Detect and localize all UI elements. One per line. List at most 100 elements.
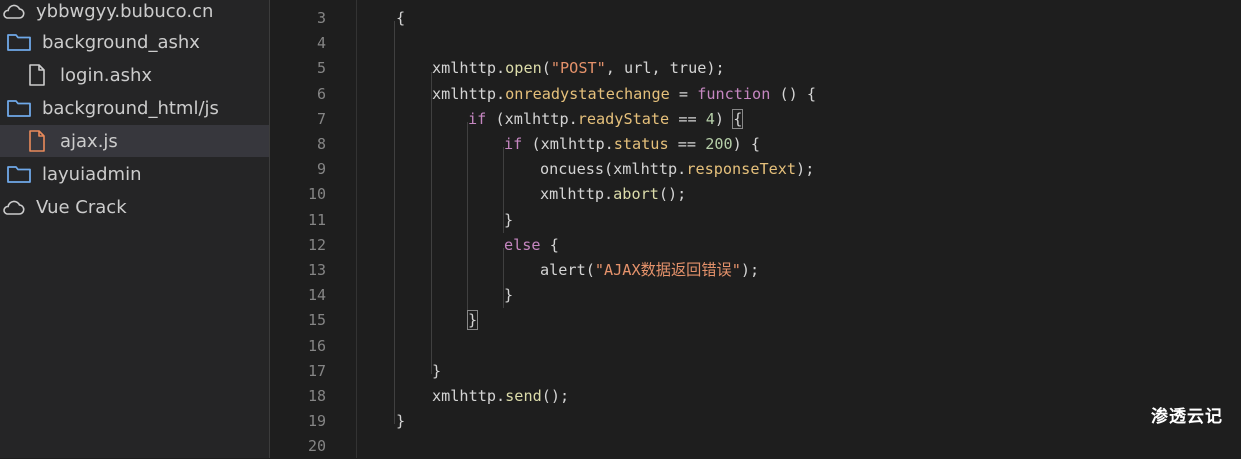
explorer-item[interactable]: login.ashx xyxy=(0,59,152,91)
cloud-icon xyxy=(0,195,26,219)
explorer-item[interactable]: background_html/js xyxy=(0,92,219,124)
code-token: true xyxy=(669,59,707,78)
code-token: { xyxy=(732,108,744,129)
code-token: () { xyxy=(770,84,817,103)
cloud-icon xyxy=(0,0,26,23)
code-line[interactable]: xmlhttp.send(); xyxy=(432,384,569,409)
file-icon xyxy=(24,63,50,87)
code-token: if xyxy=(504,135,523,153)
code-token: ); xyxy=(706,59,725,78)
explorer-item-label: login.ashx xyxy=(60,64,153,86)
code-token: } xyxy=(504,286,514,305)
file-explorer: ybbwgyy.bubuco.cn background_ashx login.as… xyxy=(0,0,270,458)
code-line[interactable]: else { xyxy=(504,233,559,258)
explorer-item[interactable]: Vue Crack xyxy=(0,191,127,223)
indent-guide xyxy=(467,121,468,324)
code-token: "AJAX数据返回错误" xyxy=(594,261,741,279)
code-token: } xyxy=(466,310,479,331)
line-number: 11 xyxy=(307,210,326,229)
folder-icon xyxy=(6,162,32,186)
line-number: 13 xyxy=(307,261,326,279)
explorer-item-label: background_ashx xyxy=(42,31,200,53)
explorer-item-label: Vue Crack xyxy=(36,196,127,218)
code-token: , url, xyxy=(605,59,670,78)
indent-guide xyxy=(394,21,395,425)
line-number: 12 xyxy=(307,235,326,254)
explorer-item[interactable]: ybbwgyy.bubuco.cn xyxy=(0,0,213,27)
code-token: send xyxy=(505,387,542,405)
code-line[interactable]: xmlhttp.open("POST", url, true); xyxy=(432,56,725,81)
code-token: ( xyxy=(541,59,551,78)
code-token: (xmlhttp. xyxy=(522,135,614,153)
code-line[interactable]: alert("AJAX数据返回错误"); xyxy=(540,258,759,283)
code-token: ) { xyxy=(732,135,761,153)
explorer-item-label: ajax.js xyxy=(60,130,118,152)
line-number: 17 xyxy=(307,361,326,380)
code-token: xmlhttp. xyxy=(432,84,506,103)
line-number: 15 xyxy=(307,311,326,330)
code-token: responseText xyxy=(686,160,797,179)
code-line[interactable]: } xyxy=(396,409,405,434)
code-line[interactable]: } xyxy=(432,359,441,384)
code-token: == xyxy=(669,109,706,128)
code-token: == xyxy=(668,135,706,153)
explorer-item[interactable]: background_ashx xyxy=(0,26,200,58)
line-number: 18 xyxy=(307,387,326,405)
explorer-item[interactable]: ajax.js xyxy=(0,125,269,157)
line-number: 19 xyxy=(307,412,326,431)
code-token: ); xyxy=(740,261,760,279)
line-number-gutter: 3 4 5 6 7 8 9 10 11 12 13 14 15 16 17 18 19 20 xyxy=(271,0,357,458)
code-token: abort xyxy=(613,185,659,204)
watermark: 渗透云记 xyxy=(1151,407,1223,427)
line-number: 8 xyxy=(316,135,326,153)
code-token: } xyxy=(396,412,406,431)
code-token: ); xyxy=(796,160,815,179)
code-token: (); xyxy=(541,387,570,405)
code-line[interactable]: xmlhttp.abort(); xyxy=(540,182,686,207)
explorer-item[interactable]: layuiadmin xyxy=(0,158,142,190)
folder-icon xyxy=(6,96,32,120)
code-token: open xyxy=(505,59,542,78)
code-token: else xyxy=(504,235,541,254)
code-line[interactable]: xmlhttp.onreadystatechange = function ()… xyxy=(432,82,816,107)
code-line[interactable]: { xyxy=(396,6,405,31)
line-number: 9 xyxy=(316,160,326,179)
line-number: 3 xyxy=(316,9,326,27)
code-token: "POST" xyxy=(550,59,606,78)
line-number: 14 xyxy=(307,286,326,305)
code-token: function xyxy=(697,84,771,103)
js-file-icon xyxy=(24,129,50,153)
code-line[interactable]: } xyxy=(504,283,513,308)
code-line[interactable]: if (xmlhttp.status == 200) { xyxy=(504,132,760,157)
code-token: onreadystatechange xyxy=(505,84,670,103)
indent-guide xyxy=(431,71,432,374)
code-token: { xyxy=(396,9,406,27)
code-token: if xyxy=(468,109,487,128)
line-number: 20 xyxy=(307,437,326,456)
code-token: } xyxy=(504,210,514,229)
line-number: 4 xyxy=(316,34,326,53)
code-token: alert( xyxy=(540,261,595,279)
code-token: (xmlhttp. xyxy=(486,109,578,128)
explorer-item-label: ybbwgyy.bubuco.cn xyxy=(36,0,214,22)
code-line[interactable]: } xyxy=(504,208,513,233)
line-number: 6 xyxy=(316,84,326,103)
line-number: 10 xyxy=(307,185,326,204)
code-token: xmlhttp. xyxy=(432,59,506,78)
code-token: (); xyxy=(658,185,687,204)
code-line[interactable]: if (xmlhttp.readyState == 4) { xyxy=(468,107,744,132)
line-number: 16 xyxy=(307,336,326,355)
code-token: 4 xyxy=(705,109,715,128)
code-line[interactable]: oncuess(xmlhttp.responseText); xyxy=(540,157,814,182)
code-editor[interactable]: {xmlhttp.open("POST", url, true); xmlhttp… xyxy=(358,0,1241,458)
code-token: } xyxy=(432,361,442,380)
line-number: 5 xyxy=(316,59,326,78)
code-token: { xyxy=(540,235,559,254)
line-number: 7 xyxy=(316,109,326,128)
code-token: xmlhttp. xyxy=(432,387,506,405)
code-line[interactable]: } xyxy=(466,308,479,333)
code-token: 200 xyxy=(705,135,733,153)
code-token: status xyxy=(613,135,669,153)
code-token: = xyxy=(669,84,698,103)
code-token: xmlhttp. xyxy=(540,185,614,204)
